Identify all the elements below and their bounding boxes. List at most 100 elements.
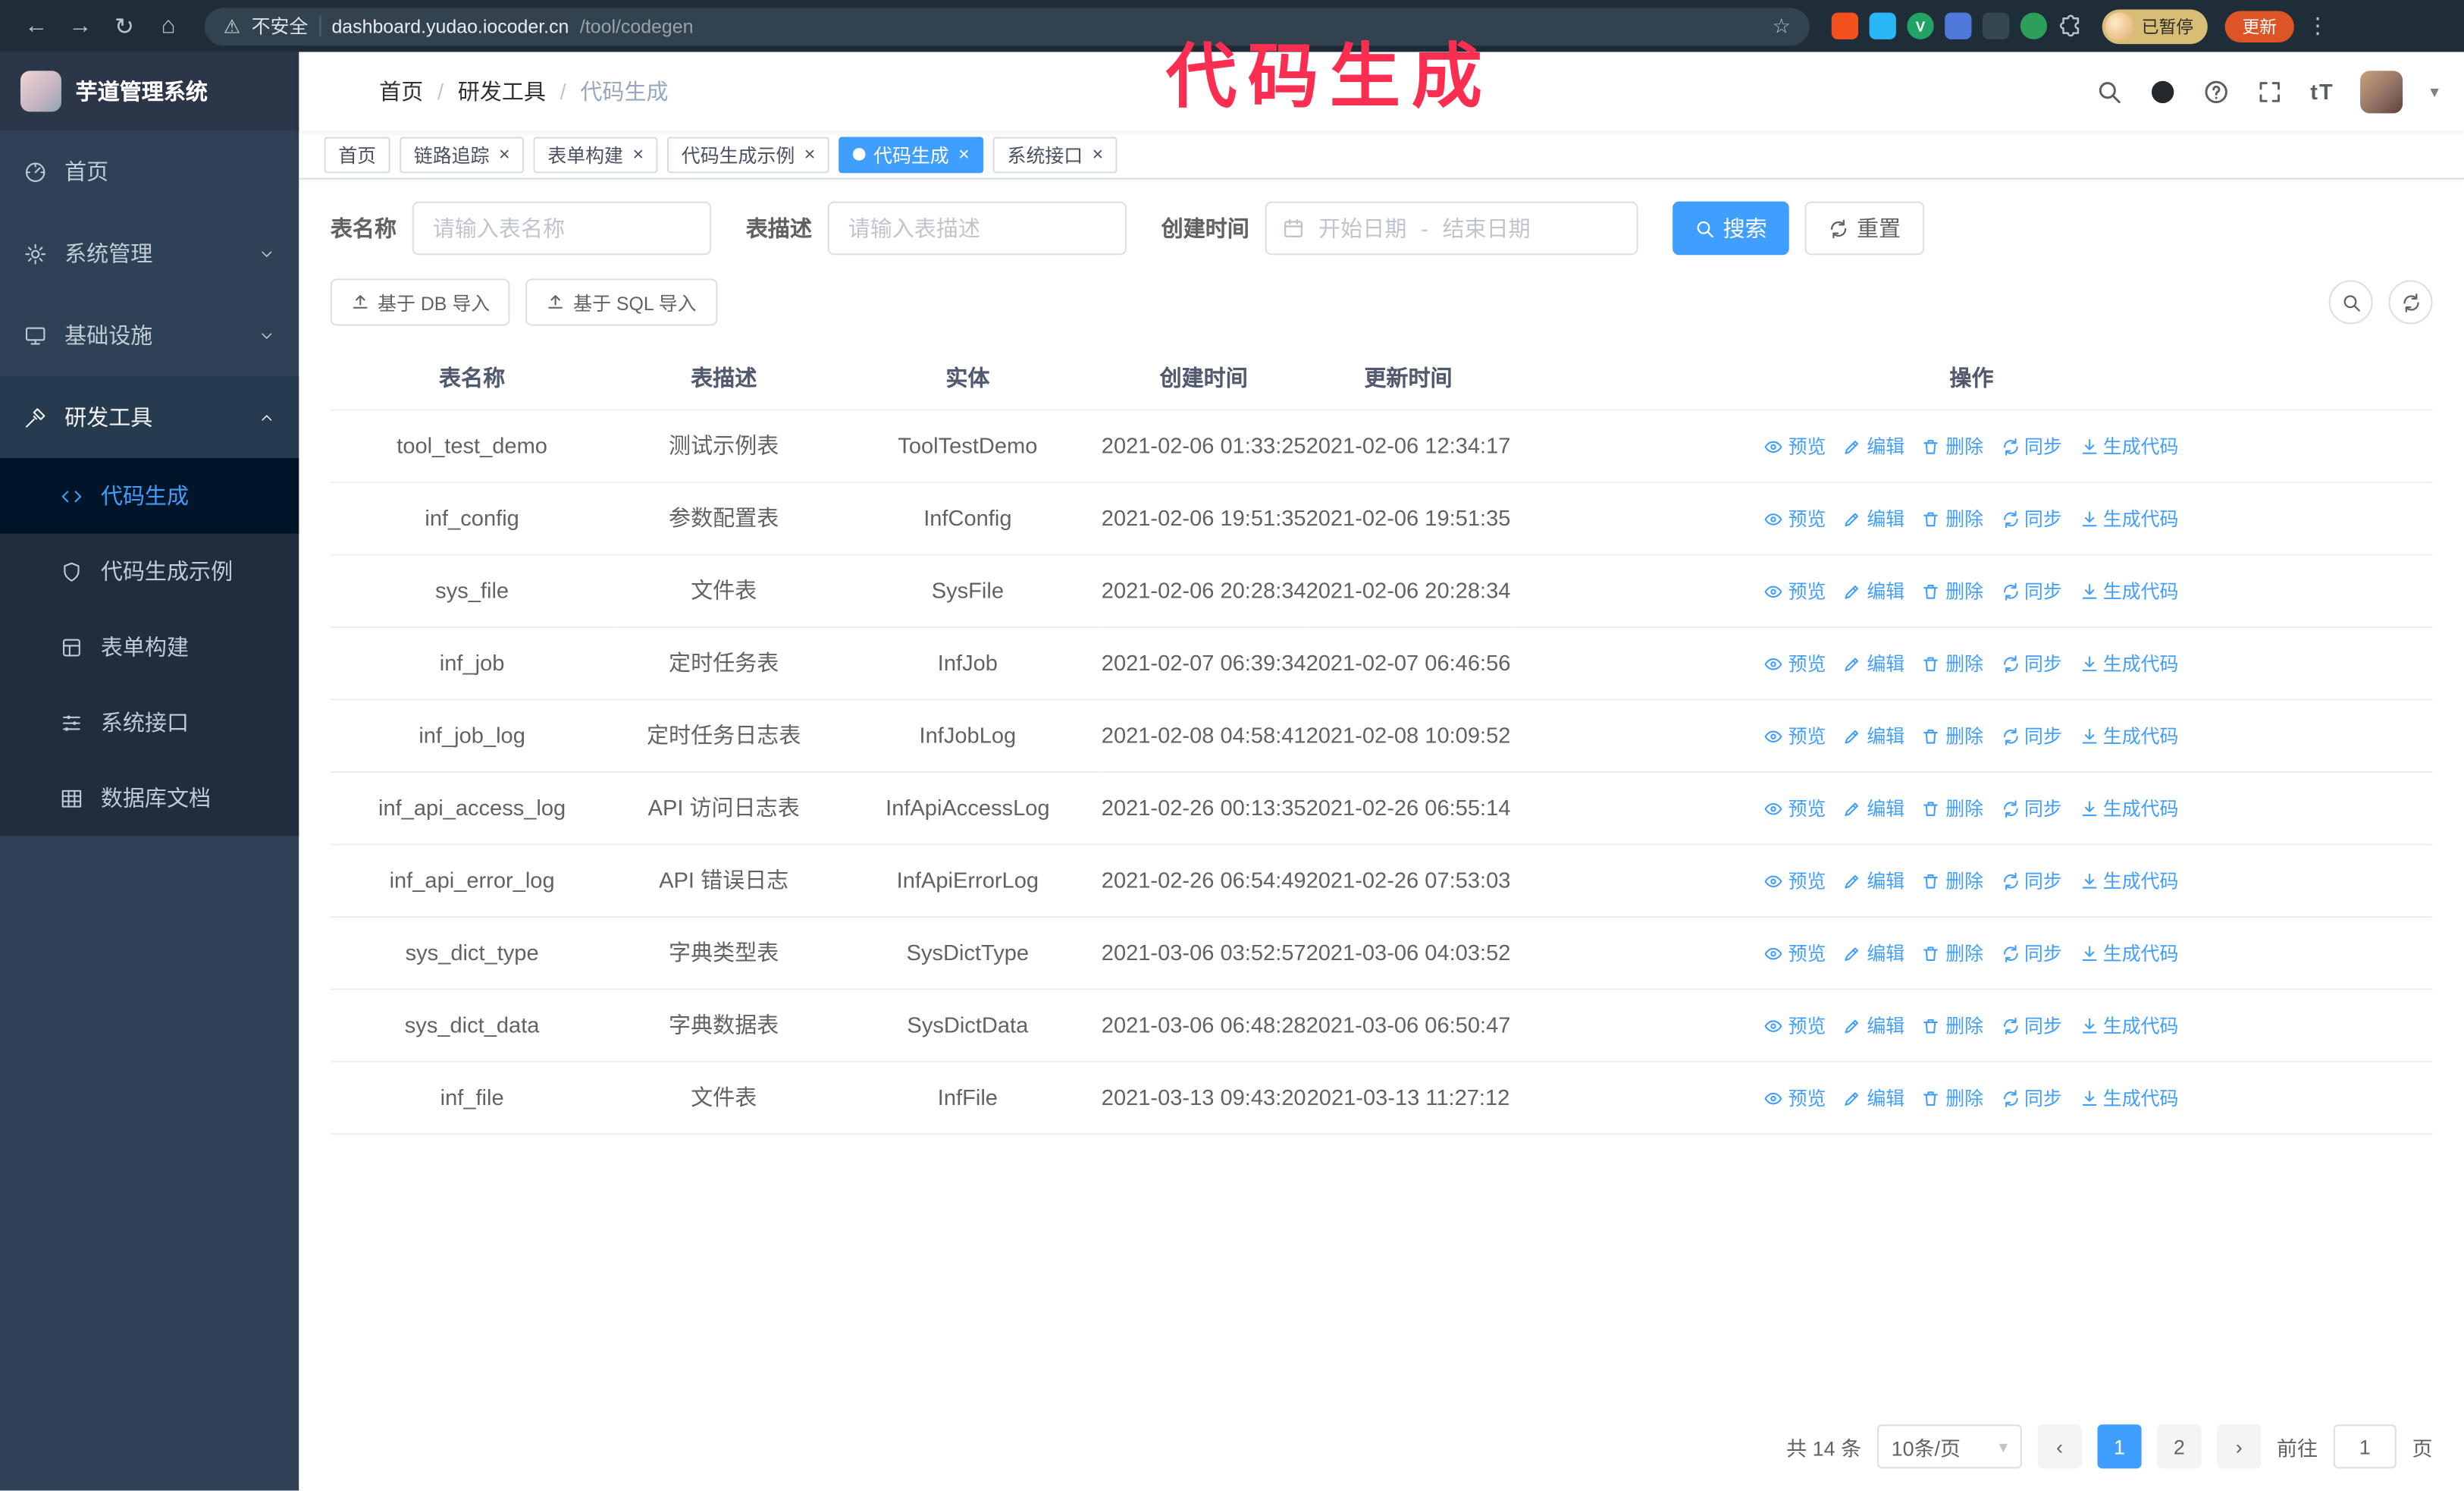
fullscreen-icon[interactable] [2257, 78, 2284, 105]
action-edit-link[interactable]: 编辑 [1843, 867, 1904, 895]
prev-page-button[interactable]: ‹ [2037, 1424, 2082, 1469]
action-edit-link[interactable]: 编辑 [1843, 432, 1904, 460]
action-generate-link[interactable]: 生成代码 [2080, 432, 2178, 460]
address-bar[interactable]: ⚠ 不安全 dashboard.yudao.iocoder.cn/tool/co… [204, 7, 1810, 46]
action-generate-link[interactable]: 生成代码 [2080, 722, 2178, 750]
help-icon[interactable] [2203, 78, 2230, 105]
action-preview-link[interactable]: 预览 [1764, 722, 1826, 750]
goto-page-input[interactable] [2333, 1424, 2397, 1469]
action-generate-link[interactable]: 生成代码 [2080, 577, 2178, 605]
sidebar-subitem-system-api[interactable]: 系统接口 [0, 685, 299, 761]
tab-codegen[interactable]: 代码生成 × [839, 136, 984, 173]
caret-down-icon[interactable]: ▾ [2430, 81, 2438, 102]
sidebar-subitem-codegen[interactable]: 代码生成 [0, 457, 299, 534]
action-sync-link[interactable]: 同步 [2001, 867, 2062, 895]
app-logo[interactable]: 芋道管理系统 [0, 52, 299, 131]
update-button[interactable]: 更新 [2224, 10, 2294, 42]
action-generate-link[interactable]: 生成代码 [2080, 867, 2178, 895]
puzzle-icon[interactable] [2058, 14, 2083, 39]
action-sync-link[interactable]: 同步 [2001, 1011, 2062, 1039]
action-edit-link[interactable]: 编辑 [1843, 794, 1904, 822]
browser-home-icon[interactable]: ⌂ [148, 5, 189, 46]
reset-button[interactable]: 重置 [1804, 201, 1925, 256]
sidebar-subitem-db-doc[interactable]: 数据库文档 [0, 760, 299, 836]
page-button-1[interactable]: 1 [2097, 1424, 2142, 1469]
page-button-2[interactable]: 2 [2157, 1424, 2202, 1469]
import-sql-button[interactable]: 基于 SQL 导入 [525, 278, 717, 326]
sidebar-item-infrastructure[interactable]: 基础设施 [0, 294, 299, 376]
action-delete-link[interactable]: 删除 [1922, 432, 1983, 460]
refresh-button[interactable] [2388, 280, 2433, 325]
sidebar-item-system-mgmt[interactable]: 系统管理 [0, 212, 299, 294]
action-preview-link[interactable]: 预览 [1764, 504, 1826, 532]
next-page-button[interactable]: › [2217, 1424, 2262, 1469]
extension-icon[interactable]: V [1907, 12, 1934, 39]
sidebar-subitem-form-builder[interactable]: 表单构建 [0, 609, 299, 685]
action-edit-link[interactable]: 编辑 [1843, 649, 1904, 677]
tab-close-icon[interactable]: × [958, 145, 970, 164]
search-icon[interactable] [2096, 78, 2123, 105]
action-sync-link[interactable]: 同步 [2001, 504, 2062, 532]
action-preview-link[interactable]: 预览 [1764, 794, 1826, 822]
action-delete-link[interactable]: 删除 [1922, 504, 1983, 532]
action-sync-link[interactable]: 同步 [2001, 1084, 2062, 1112]
action-preview-link[interactable]: 预览 [1764, 432, 1826, 460]
font-size-icon[interactable]: tT [2310, 79, 2334, 104]
action-edit-link[interactable]: 编辑 [1843, 504, 1904, 532]
action-generate-link[interactable]: 生成代码 [2080, 504, 2178, 532]
action-delete-link[interactable]: 删除 [1922, 1084, 1983, 1112]
tab-close-icon[interactable]: × [632, 145, 644, 164]
import-db-button[interactable]: 基于 DB 导入 [330, 278, 511, 326]
action-delete-link[interactable]: 删除 [1922, 1011, 1983, 1039]
action-edit-link[interactable]: 编辑 [1843, 1084, 1904, 1112]
action-preview-link[interactable]: 预览 [1764, 577, 1826, 605]
sidebar-item-dev-tools[interactable]: 研发工具 [0, 376, 299, 458]
kebab-menu-icon[interactable]: ⋮ [2307, 13, 2329, 39]
page-size-select[interactable]: 10条/页 ▾ [1876, 1424, 2022, 1469]
breadcrumb-home[interactable]: 首页 [379, 76, 423, 108]
action-sync-link[interactable]: 同步 [2001, 794, 2062, 822]
action-delete-link[interactable]: 删除 [1922, 939, 1983, 967]
action-generate-link[interactable]: 生成代码 [2080, 1011, 2178, 1039]
action-generate-link[interactable]: 生成代码 [2080, 794, 2178, 822]
github-icon[interactable] [2150, 78, 2177, 105]
hamburger-icon[interactable] [324, 77, 354, 106]
action-preview-link[interactable]: 预览 [1764, 1011, 1826, 1039]
action-edit-link[interactable]: 编辑 [1843, 1011, 1904, 1039]
extension-icon[interactable] [2020, 12, 2048, 39]
action-sync-link[interactable]: 同步 [2001, 939, 2062, 967]
action-sync-link[interactable]: 同步 [2001, 432, 2062, 460]
profile-chip[interactable]: 已暂停 [2102, 8, 2208, 44]
sidebar-item-home[interactable]: 首页 [0, 130, 299, 212]
extension-icon[interactable] [1983, 12, 2010, 39]
action-edit-link[interactable]: 编辑 [1843, 939, 1904, 967]
action-generate-link[interactable]: 生成代码 [2080, 649, 2178, 677]
date-range-picker[interactable]: 开始日期 - 结束日期 [1265, 201, 1638, 256]
action-sync-link[interactable]: 同步 [2001, 577, 2062, 605]
action-generate-link[interactable]: 生成代码 [2080, 1084, 2178, 1112]
reload-icon[interactable]: ↻ [104, 5, 145, 46]
breadcrumb-dev-tools[interactable]: 研发工具 [458, 76, 546, 108]
action-preview-link[interactable]: 预览 [1764, 649, 1826, 677]
search-button[interactable]: 搜索 [1672, 201, 1789, 256]
action-delete-link[interactable]: 删除 [1922, 867, 1983, 895]
tab-system-api[interactable]: 系统接口 × [992, 136, 1118, 173]
action-delete-link[interactable]: 删除 [1922, 722, 1983, 750]
extension-icon[interactable] [1945, 12, 1972, 39]
search-toggle-button[interactable] [2328, 280, 2373, 325]
tab-close-icon[interactable]: × [804, 145, 816, 164]
tab-trace[interactable]: 链路追踪 × [400, 136, 525, 173]
action-delete-link[interactable]: 删除 [1922, 649, 1983, 677]
forward-icon[interactable]: → [60, 5, 101, 46]
action-edit-link[interactable]: 编辑 [1843, 722, 1904, 750]
action-preview-link[interactable]: 预览 [1764, 867, 1826, 895]
action-sync-link[interactable]: 同步 [2001, 722, 2062, 750]
action-delete-link[interactable]: 删除 [1922, 577, 1983, 605]
action-sync-link[interactable]: 同步 [2001, 649, 2062, 677]
table-desc-input[interactable] [827, 201, 1127, 256]
sidebar-subitem-codegen-example[interactable]: 代码生成示例 [0, 534, 299, 610]
action-preview-link[interactable]: 预览 [1764, 939, 1826, 967]
action-delete-link[interactable]: 删除 [1922, 794, 1983, 822]
extension-icon[interactable] [1831, 12, 1859, 39]
back-icon[interactable]: ← [16, 5, 57, 46]
